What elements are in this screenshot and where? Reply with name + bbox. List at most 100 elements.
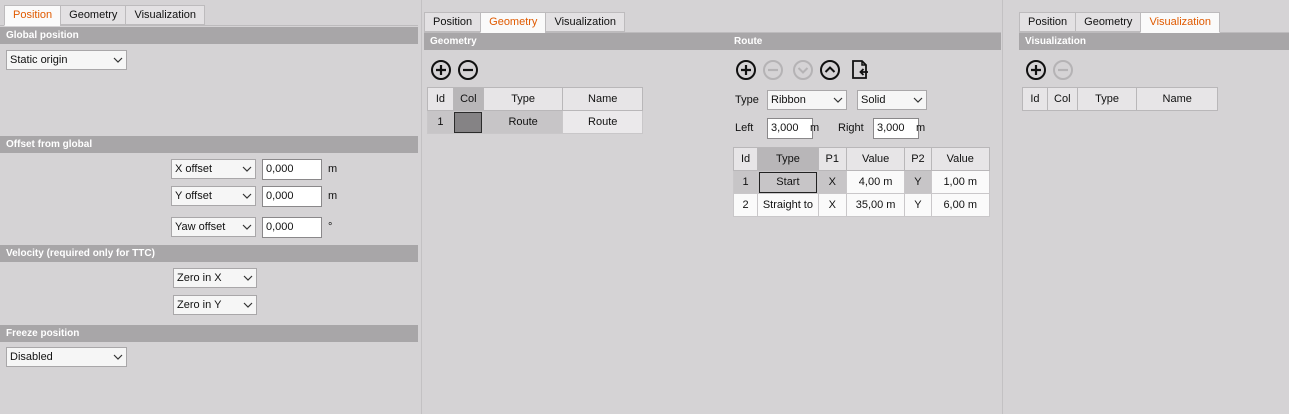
col-header-col[interactable]: Col [452, 87, 484, 111]
geometry-panel: Position Geometry Visualization Geometry… [424, 0, 1002, 414]
offset-header: Offset from global [0, 136, 418, 153]
x-offset-unit: m [328, 163, 338, 175]
tab-visualization[interactable]: Visualization [1140, 12, 1220, 33]
chevron-down-icon [243, 275, 253, 281]
x-offset-select[interactable]: X offset [171, 159, 256, 179]
cell-value2[interactable]: 1,00 m [930, 170, 991, 194]
tab-geometry[interactable]: Geometry [60, 5, 126, 25]
cell-value1[interactable]: 4,00 m [845, 170, 906, 194]
cell-p1[interactable]: X [817, 170, 847, 194]
add-visualization-button[interactable] [1025, 59, 1047, 81]
cell-id[interactable]: 1 [427, 110, 454, 134]
col-header-p2[interactable]: P2 [904, 147, 932, 171]
minus-circle-icon [1053, 60, 1073, 80]
tab-position[interactable]: Position [424, 12, 481, 32]
cell-p1[interactable]: X [817, 193, 847, 217]
route-type-select[interactable]: Ribbon [767, 90, 847, 110]
yaw-offset-input[interactable]: 0,000 [262, 217, 322, 238]
chevron-down-icon [243, 302, 253, 308]
x-offset-input[interactable]: 0,000 [262, 159, 322, 180]
col-header-type[interactable]: Type [757, 147, 819, 171]
tab-position[interactable]: Position [1019, 12, 1076, 32]
chevron-down-icon [913, 97, 923, 103]
import-route-button[interactable] [849, 59, 871, 81]
right-width-label: Right [838, 122, 864, 134]
velocity-y-select-value: Zero in Y [177, 299, 222, 311]
cell-color[interactable] [452, 110, 484, 134]
global-position-select[interactable]: Static origin [6, 50, 127, 70]
global-position-select-value: Static origin [10, 54, 68, 66]
tab-geometry[interactable]: Geometry [1075, 12, 1141, 32]
chevron-down-icon [113, 354, 123, 360]
tab-position[interactable]: Position [4, 5, 61, 26]
plus-circle-icon [431, 60, 451, 80]
geometry-header: Geometry Route [424, 33, 1001, 50]
move-down-button[interactable] [792, 59, 814, 81]
add-route-point-button[interactable] [735, 59, 757, 81]
chevron-down-icon [113, 57, 123, 63]
cell-id[interactable]: 1 [732, 170, 759, 194]
cell-p2[interactable]: Y [904, 193, 932, 217]
col-header-id[interactable]: Id [1022, 87, 1048, 111]
cell-type[interactable]: Straight to [757, 193, 819, 217]
col-header-value2[interactable]: Value [930, 147, 991, 171]
cell-type[interactable]: Start [757, 170, 819, 194]
route-style-select[interactable]: Solid [857, 90, 927, 110]
move-up-button[interactable] [819, 59, 841, 81]
plus-circle-icon [1026, 60, 1046, 80]
tab-geometry[interactable]: Geometry [480, 12, 546, 33]
velocity-header: Velocity (required only for TTC) [0, 245, 418, 262]
plus-circle-icon [736, 60, 756, 80]
yaw-offset-select[interactable]: Yaw offset [171, 217, 256, 237]
route-table-header: Id Type P1 Value P2 Value [732, 147, 991, 171]
y-offset-unit: m [328, 190, 338, 202]
col-header-p1[interactable]: P1 [817, 147, 847, 171]
remove-route-point-button[interactable] [762, 59, 784, 81]
col-header-type[interactable]: Type [482, 87, 564, 111]
add-geometry-button[interactable] [430, 59, 452, 81]
cell-name[interactable]: Route [562, 110, 643, 134]
col-header-name[interactable]: Name [562, 87, 643, 111]
velocity-x-select[interactable]: Zero in X [173, 268, 257, 288]
col-header-col[interactable]: Col [1046, 87, 1078, 111]
visualization-panel-tabbar: Position Geometry Visualization [1019, 12, 1220, 33]
route-style-select-value: Solid [861, 94, 886, 106]
cell-value2[interactable]: 6,00 m [930, 193, 991, 217]
cell-value1[interactable]: 35,00 m [845, 193, 906, 217]
table-row[interactable]: 1 Route Route [427, 110, 643, 134]
remove-geometry-button[interactable] [457, 59, 479, 81]
freeze-select-value: Disabled [10, 351, 53, 363]
tab-visualization[interactable]: Visualization [545, 12, 625, 32]
col-header-type[interactable]: Type [1076, 87, 1138, 111]
chevron-down-icon [242, 166, 252, 172]
col-header-value1[interactable]: Value [845, 147, 906, 171]
yaw-offset-unit: ° [328, 221, 333, 233]
chevron-down-icon [242, 193, 252, 199]
left-width-input[interactable]: 3,000 [767, 118, 813, 139]
route-type-label: Type [735, 94, 759, 106]
position-panel-tabbar: Position Geometry Visualization [4, 5, 205, 26]
cell-type[interactable]: Route [482, 110, 564, 134]
tab-visualization[interactable]: Visualization [125, 5, 205, 25]
table-row[interactable]: 1 Start X 4,00 m Y 1,00 m [732, 170, 991, 194]
remove-visualization-button[interactable] [1052, 59, 1074, 81]
col-header-id[interactable]: Id [732, 147, 759, 171]
geometry-section-title: Geometry [430, 36, 477, 47]
table-row[interactable]: 2 Straight to X 35,00 m Y 6,00 m [732, 193, 991, 217]
document-import-icon [852, 60, 868, 79]
chevron-down-icon [833, 97, 843, 103]
right-width-input[interactable]: 3,000 [873, 118, 919, 139]
y-offset-select[interactable]: Y offset [171, 186, 256, 206]
y-offset-input[interactable]: 0,000 [262, 186, 322, 207]
chevron-down-icon [242, 224, 252, 230]
route-points-table: Id Type P1 Value P2 Value 1 Start X 4,00… [732, 147, 991, 217]
velocity-y-select[interactable]: Zero in Y [173, 295, 257, 315]
col-header-name[interactable]: Name [1136, 87, 1218, 111]
panel-divider [1002, 0, 1003, 414]
cell-p2[interactable]: Y [904, 170, 932, 194]
minus-circle-icon [458, 60, 478, 80]
cell-id[interactable]: 2 [732, 193, 759, 217]
freeze-select[interactable]: Disabled [6, 347, 127, 367]
minus-circle-icon [763, 60, 783, 80]
col-header-id[interactable]: Id [427, 87, 454, 111]
